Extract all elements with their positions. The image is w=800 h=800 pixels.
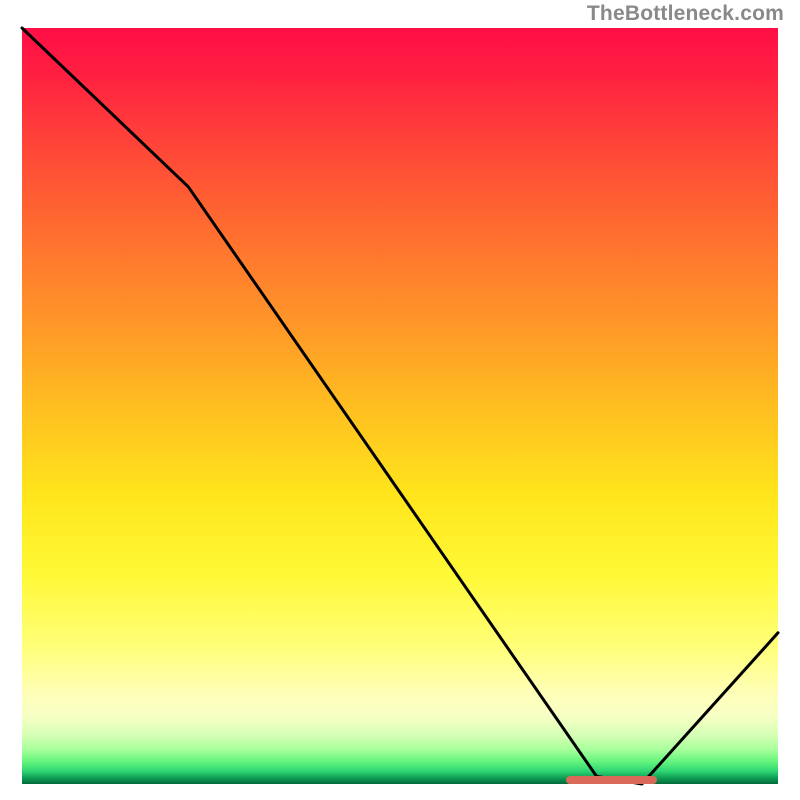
optimal-range-marker	[566, 776, 657, 784]
bottleneck-curve	[22, 28, 778, 784]
chart-frame: TheBottleneck.com	[0, 0, 800, 800]
attribution-text: TheBottleneck.com	[587, 2, 784, 26]
plot-area	[22, 28, 778, 784]
curve-path	[22, 28, 778, 784]
